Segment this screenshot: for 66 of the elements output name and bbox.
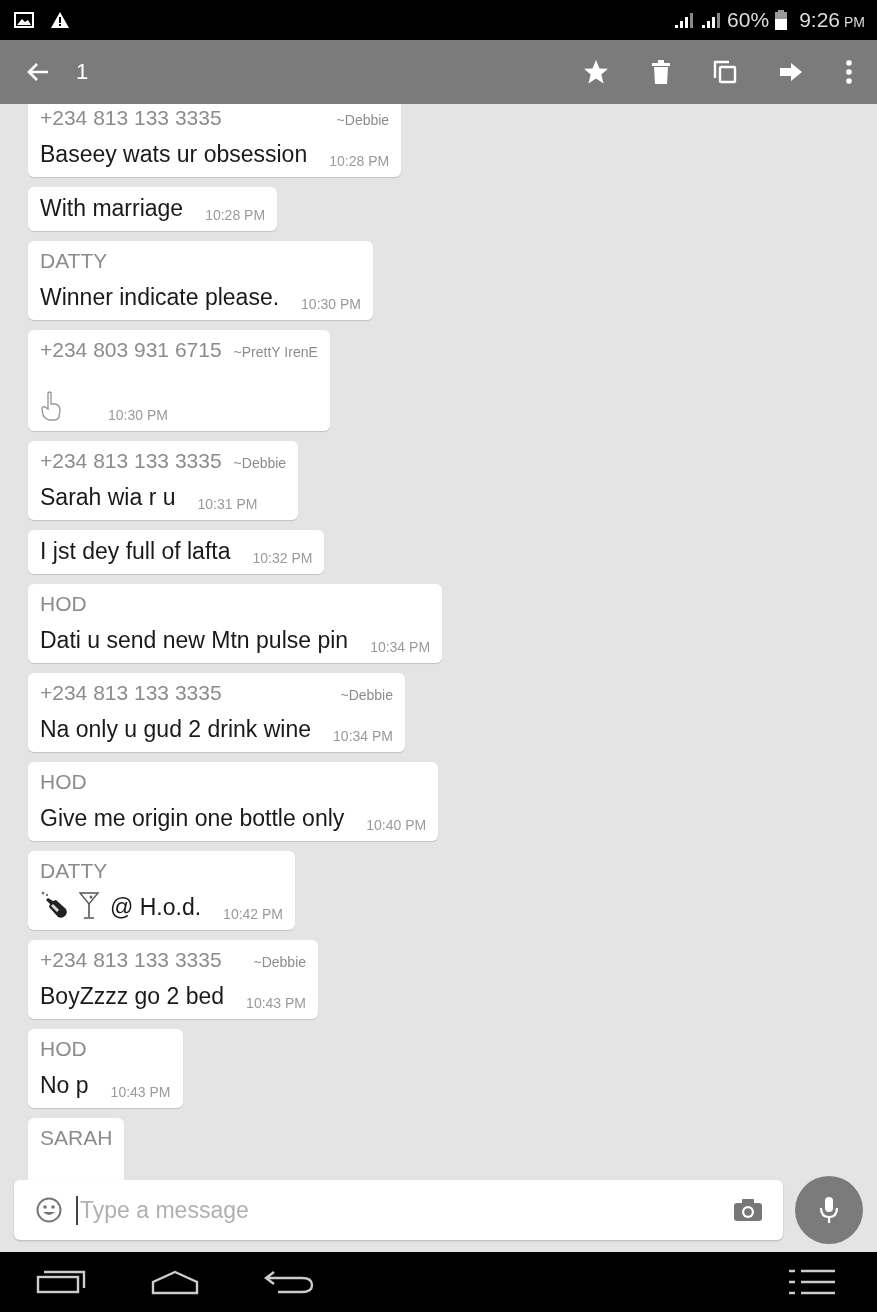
message-time: 10:42 PM [223,906,284,924]
message-time: 10:30 PM [108,407,168,425]
sender-name: DATTY [40,859,108,883]
message-text: Baseey wats ur obsession [40,140,308,169]
message-time: 10:30 PM [301,296,361,314]
sender-alias: ~Debbie [233,455,287,471]
selected-count: 1 [76,59,89,85]
battery-icon [775,10,788,30]
menu-icon [787,1269,837,1295]
sender-name: +234 813 133 3335 [40,106,222,130]
battery-percent: 60% [727,8,770,32]
message-input[interactable]: Type a message [14,1180,783,1240]
message-text: I jst dey full of lafta [40,537,231,566]
cocktail-glass-icon [78,890,100,920]
message-text: Sarah wia r u [40,483,176,512]
sender-name: HOD [40,592,87,616]
message-field[interactable]: Type a message [76,1195,719,1225]
image-icon [14,12,34,28]
home-icon [150,1269,200,1295]
message-time: 10:28 PM [329,153,390,171]
back-arrow-icon [26,62,50,82]
clock-period: PM [844,14,865,30]
message-text: BoyZzzz go 2 bed [40,982,225,1011]
message-time: 10:43 PM [246,995,307,1013]
message-text: No p [40,1071,89,1100]
message-time: 10:31 PM [197,496,258,514]
sender-alias: ~Debbie [336,112,390,128]
message-time: 10:32 PM [252,550,313,568]
sender-name: +234 813 133 3335 [40,681,222,705]
sender-alias: ~Debbie [340,687,393,703]
champagne-bottle-icon [40,890,68,920]
more-icon [845,60,853,84]
recent-apps-icon [36,1269,86,1295]
message-text: Dati u send new Mtn pulse pin [40,626,349,655]
message-text: With marriage [40,194,184,223]
trash-icon [651,60,671,84]
camera-icon[interactable] [733,1198,763,1222]
message-time: 10:43 PM [110,1084,171,1102]
clock-time: 9:26 [799,8,840,32]
warning-icon [50,11,70,29]
back-icon [264,1269,314,1295]
sender-name: +234 813 133 3335 [40,449,222,473]
sender-name: HOD [40,1037,87,1061]
message-time: 10:28 PM [205,207,266,225]
sender-name: +234 803 931 6715 [40,338,222,362]
message-text: Winner indicate please. [40,283,280,312]
sender-alias: ~PrettY IrenE [233,344,318,360]
message-text: Give me origin one bottle only [40,804,345,833]
message-time: 10:34 PM [370,639,431,657]
pointing-hand-icon [40,391,62,421]
signal-icon [673,11,695,29]
message-text: Na only u gud 2 drink wine [40,715,312,744]
sender-name: HOD [40,770,87,794]
sender-name: DATTY [40,249,108,273]
microphone-icon [819,1196,839,1224]
sender-name: +234 813 133 3335 [40,948,222,972]
message-time: 10:40 PM [366,817,427,835]
star-icon [583,59,609,85]
sender-name: SARAH [40,1126,113,1150]
message-time: 10:34 PM [333,728,393,746]
sender-alias: ~Debbie [253,954,307,970]
signal-icon [700,11,722,29]
forward-arrow-icon [779,62,803,82]
copy-icon [713,60,737,84]
message-text: @ H.o.d. [110,893,202,922]
emoji-icon[interactable] [36,1197,62,1223]
